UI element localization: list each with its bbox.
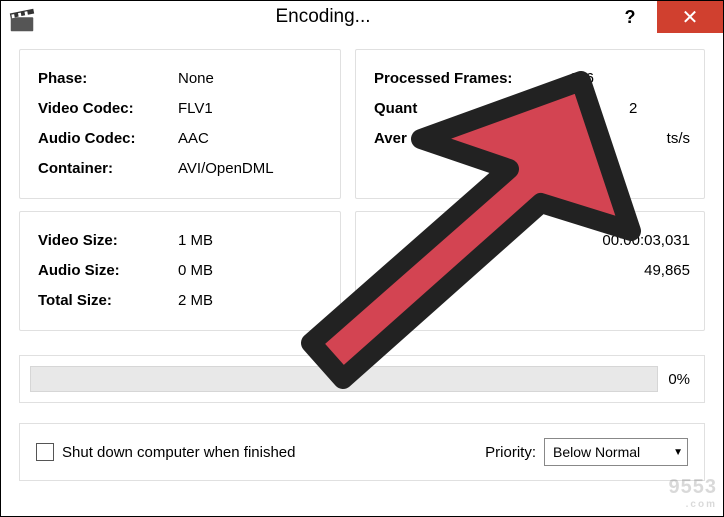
priority-select[interactable]: Below Normal ▼ [544,438,688,466]
watermark: 9553 .com [669,476,718,510]
watermark-domain: .com [669,499,718,510]
priority-label: Priority: [485,444,536,461]
time-panel: 00:00:03,031 49,865 [355,211,705,331]
bitrate-suffix: ts/s [667,124,690,154]
info-row-1: Phase:None Video Codec:FLV1 Audio Codec:… [19,49,705,199]
watermark-name: 9553 [669,476,718,498]
progress-bar [30,366,658,392]
phase-value: None [178,64,214,94]
priority-value: Below Normal [553,444,665,460]
audio-codec-label: Audio Codec: [38,124,178,154]
size-panel: Video Size:1 MB Audio Size:0 MB Total Si… [19,211,341,331]
chevron-down-icon: ▼ [673,447,683,458]
codec-panel: Phase:None Video Codec:FLV1 Audio Codec:… [19,49,341,199]
remaining-label [374,256,569,286]
audio-codec-value: AAC [178,124,209,154]
processed-frames-value: 146 [569,64,594,94]
frames-panel: Processed Frames:146 Quant 2 Aver ts/s [355,49,705,199]
container-label: Container: [38,154,178,184]
close-button[interactable]: ✕ [657,1,723,33]
titlebar-buttons: ? ✕ [603,1,723,33]
video-size-value: 1 MB [178,226,213,256]
audio-size-value: 0 MB [178,256,213,286]
quantizer-value: 2 [629,94,637,124]
video-size-label: Video Size: [38,226,178,256]
container-value: AVI/OpenDML [178,154,274,184]
remaining-value: 49,865 [644,256,690,286]
shutdown-label: Shut down computer when finished [62,444,295,461]
quantizer-label: Quant [374,94,569,124]
titlebar: Encoding... ? ✕ [1,1,723,39]
bitrate-label: Aver [374,124,569,154]
info-row-2: Video Size:1 MB Audio Size:0 MB Total Si… [19,211,705,331]
shutdown-checkbox[interactable] [36,443,54,461]
window-title: Encoding... [43,6,603,28]
total-size-value: 2 MB [178,286,213,316]
elapsed-value: 00:00:03,031 [602,226,690,256]
audio-size-label: Audio Size: [38,256,178,286]
content: Phase:None Video Codec:FLV1 Audio Codec:… [1,39,723,481]
processed-frames-label: Processed Frames: [374,64,569,94]
elapsed-label [374,226,569,256]
app-clapperboard-icon [7,5,37,35]
video-codec-value: FLV1 [178,94,213,124]
progress-percent: 0% [668,371,690,388]
help-button[interactable]: ? [603,1,657,33]
video-codec-label: Video Codec: [38,94,178,124]
phase-label: Phase: [38,64,178,94]
total-size-label: Total Size: [38,286,178,316]
progress-panel: 0% [19,355,705,403]
footer-panel: Shut down computer when finished Priorit… [19,423,705,481]
